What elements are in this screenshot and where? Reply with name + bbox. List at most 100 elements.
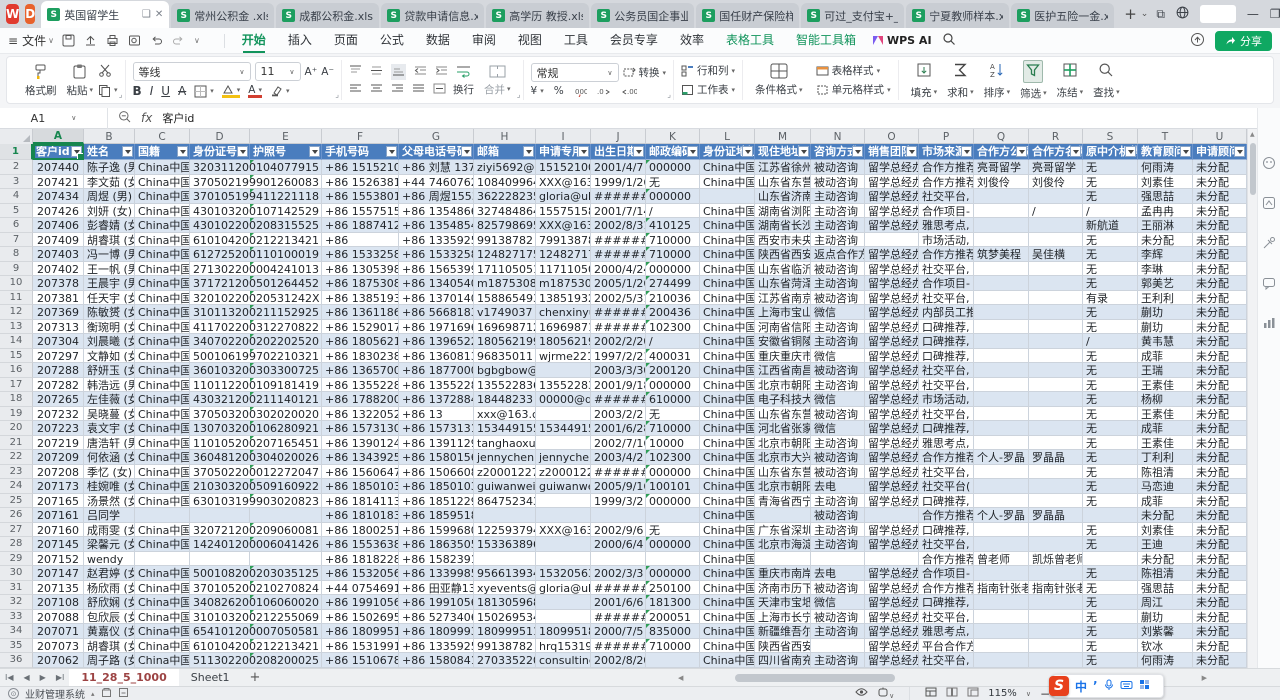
cell-I9[interactable]: 117110505 bbox=[536, 262, 591, 277]
cell-F4[interactable]: +86 15538019 bbox=[322, 189, 399, 204]
cell-G22[interactable]: +86 15801565911 bbox=[399, 450, 474, 465]
cell-J8[interactable]: ######## bbox=[591, 247, 646, 262]
cell-I11[interactable]: 138519326 bbox=[536, 291, 591, 306]
cell-F23[interactable]: +86 15606475 bbox=[322, 465, 399, 480]
cell-C10[interactable]: China中国 bbox=[135, 276, 190, 291]
cell-F36[interactable]: +86 15106786 bbox=[322, 653, 399, 668]
cell-E25[interactable] bbox=[250, 494, 322, 509]
cell-G35[interactable]: +86 13359257067 bbox=[399, 639, 474, 654]
cell-C5[interactable]: China中国 bbox=[135, 204, 190, 219]
cell-H35[interactable]: 99138782 bbox=[474, 639, 536, 654]
cell-T26[interactable]: 未分配 bbox=[1138, 508, 1193, 523]
cell-R8[interactable]: 吴佳横 bbox=[1029, 247, 1083, 262]
row-number-14[interactable]: 14 bbox=[0, 334, 33, 349]
cell-B2[interactable]: 陈子逸 (男 bbox=[84, 160, 135, 175]
cell-A31[interactable]: 207135 bbox=[33, 581, 84, 596]
cell-N22[interactable]: 被动咨询 bbox=[811, 450, 865, 465]
cell-K2[interactable]: 000000 bbox=[646, 160, 700, 175]
cell-O2[interactable]: 留学总经办 bbox=[865, 160, 919, 175]
font-dialog-launcher[interactable]: ⌟ bbox=[335, 90, 339, 99]
cell-K22[interactable]: 102300 bbox=[646, 450, 700, 465]
cell-T14[interactable]: 黄韦慧 bbox=[1138, 334, 1193, 349]
cell-C7[interactable]: China中国 bbox=[135, 233, 190, 248]
row-number-10[interactable]: 10 bbox=[0, 276, 33, 291]
cell-P30[interactable]: 合作项目- bbox=[919, 566, 974, 581]
cell-N14[interactable]: 主动咨询 bbox=[811, 334, 865, 349]
cell-J4[interactable]: ######## bbox=[591, 189, 646, 204]
cell-A34[interactable]: 207071 bbox=[33, 624, 84, 639]
cell-B3[interactable]: 李文茹 (女 bbox=[84, 175, 135, 190]
cell-K17[interactable]: 000000 bbox=[646, 378, 700, 393]
cell-T9[interactable]: 李琳 bbox=[1138, 262, 1193, 277]
cell-O31[interactable]: 留学总经办 bbox=[865, 581, 919, 596]
cell-R35[interactable] bbox=[1029, 639, 1083, 654]
search-icon[interactable] bbox=[942, 32, 956, 49]
cell-A21[interactable]: 207219 bbox=[33, 436, 84, 451]
cell-H4[interactable]: 362228235 bbox=[474, 189, 536, 204]
status-pin-icon[interactable] bbox=[101, 687, 112, 700]
cell-H9[interactable]: 171105051 bbox=[474, 262, 536, 277]
cell-U5[interactable]: 未分配 bbox=[1193, 204, 1247, 219]
cell-M2[interactable]: 江苏省徐州 bbox=[755, 160, 811, 175]
cell-H16[interactable]: bgbgbow@ bbox=[474, 363, 536, 378]
cell-A12[interactable]: 207369 bbox=[33, 305, 84, 320]
cell-K8[interactable]: 710000 bbox=[646, 247, 700, 262]
cell-M29[interactable] bbox=[755, 552, 811, 567]
cell-O10[interactable]: 留学总经办 bbox=[865, 276, 919, 291]
cell-B28[interactable]: 梁馨元 (女 bbox=[84, 537, 135, 552]
cell-B17[interactable]: 韩浩远 (男 bbox=[84, 378, 135, 393]
header-cell-M[interactable]: 现住地址 bbox=[755, 144, 811, 160]
cell-E32[interactable] bbox=[250, 595, 322, 610]
cell-A2[interactable]: 207440 bbox=[33, 160, 84, 175]
sidebar-chart-icon[interactable] bbox=[1262, 316, 1276, 330]
cell-L32[interactable]: China中国 bbox=[700, 595, 755, 610]
cell-S11[interactable]: 有录 bbox=[1083, 291, 1138, 306]
cell-S6[interactable]: 新航道 bbox=[1083, 218, 1138, 233]
cell-J20[interactable]: 2001/6/28 bbox=[591, 421, 646, 436]
filter-dropdown-icon[interactable] bbox=[237, 146, 248, 157]
cell-O5[interactable]: 留学总经办 bbox=[865, 204, 919, 219]
cell-R32[interactable] bbox=[1029, 595, 1083, 610]
cell-E23[interactable] bbox=[250, 465, 322, 480]
cell-J34[interactable]: 2000/7/5 bbox=[591, 624, 646, 639]
cell-P12[interactable]: 内部员工推 bbox=[919, 305, 974, 320]
cell-C26[interactable] bbox=[135, 508, 190, 523]
cell-T11[interactable]: 王利利 bbox=[1138, 291, 1193, 306]
cell-S31[interactable]: 无 bbox=[1083, 581, 1138, 596]
cell-S23[interactable]: 无 bbox=[1083, 465, 1138, 480]
row-number-33[interactable]: 33 bbox=[0, 610, 33, 625]
fill-color-button[interactable]: ▾ bbox=[222, 85, 241, 98]
account-box[interactable] bbox=[1200, 5, 1236, 23]
cell-O4[interactable]: 留学总经办 bbox=[865, 189, 919, 204]
cell-C28[interactable]: China中国 bbox=[135, 537, 190, 552]
cell-N19[interactable]: 被动咨询 bbox=[811, 407, 865, 422]
cell-J21[interactable]: 2002/7/16 bbox=[591, 436, 646, 451]
print-icon[interactable] bbox=[106, 34, 119, 47]
header-cell-G[interactable]: 父母电话号码 bbox=[399, 144, 474, 160]
cell-Q11[interactable] bbox=[974, 291, 1029, 306]
first-sheet-button[interactable]: Ⅰ◀ bbox=[0, 673, 19, 682]
cell-A15[interactable]: 207297 bbox=[33, 349, 84, 364]
cell-T10[interactable]: 郭美艺 bbox=[1138, 276, 1193, 291]
cell-C2[interactable]: China中国 bbox=[135, 160, 190, 175]
cell-N16[interactable]: 被动咨询 bbox=[811, 363, 865, 378]
filter-dropdown-icon[interactable] bbox=[798, 146, 809, 157]
cell-E27[interactable] bbox=[250, 523, 322, 538]
cell-F18[interactable]: +86 17882007 bbox=[322, 392, 399, 407]
cell-R28[interactable] bbox=[1029, 537, 1083, 552]
cell-Q31[interactable]: 指南针张老 bbox=[974, 581, 1029, 596]
cell-R7[interactable] bbox=[1029, 233, 1083, 248]
save-icon[interactable] bbox=[62, 34, 75, 47]
cell-D27[interactable]: 320721200209060081 bbox=[190, 523, 250, 538]
cell-B26[interactable]: 吕同学 bbox=[84, 508, 135, 523]
next-sheet-button[interactable]: ▶ bbox=[35, 673, 51, 682]
cell-M18[interactable]: 电子科技大 bbox=[755, 392, 811, 407]
cell-T2[interactable]: 何雨涛 bbox=[1138, 160, 1193, 175]
sogou-logo[interactable]: S bbox=[1049, 676, 1069, 696]
cell-G29[interactable]: +86 15823918667 bbox=[399, 552, 474, 567]
cell-T29[interactable]: 未分配 bbox=[1138, 552, 1193, 567]
menu-效率[interactable]: 效率 bbox=[669, 28, 715, 54]
cell-E7[interactable] bbox=[250, 233, 322, 248]
row-number-32[interactable]: 32 bbox=[0, 595, 33, 610]
cell-S7[interactable]: 无 bbox=[1083, 233, 1138, 248]
